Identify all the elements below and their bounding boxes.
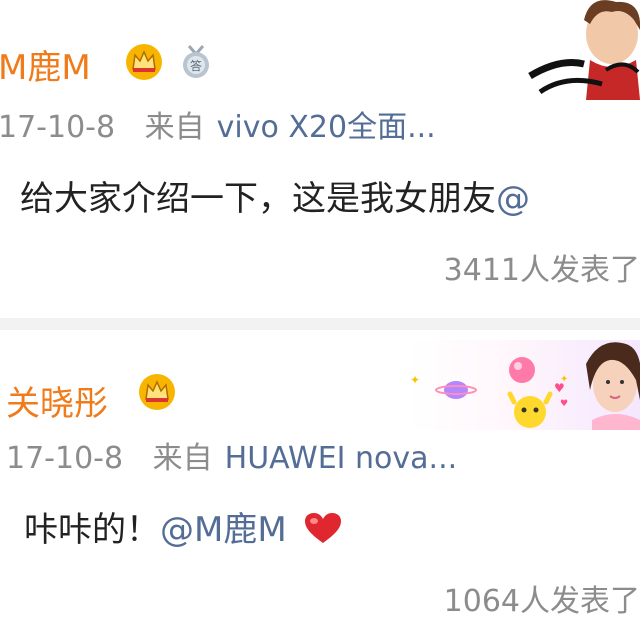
- avatar-decoration: [520, 0, 640, 100]
- post-text: 咔咔的！@M鹿M: [24, 502, 342, 551]
- crown-icon: [126, 44, 162, 80]
- device-link[interactable]: vivo X20全面...: [217, 110, 436, 145]
- mention-link[interactable]: @: [496, 179, 530, 219]
- device-link[interactable]: HUAWEI nova...: [225, 441, 458, 476]
- post-meta: 17-10-8 来自 HUAWEI nova...: [6, 433, 457, 477]
- post-divider: [0, 318, 640, 330]
- post-date: 17-10-8: [0, 110, 116, 145]
- weibo-post-1: M鹿M 答 17-10-8 来自 vivo X20全面... 给大家介绍一下，这是…: [0, 0, 640, 318]
- svg-text:✦: ✦: [410, 373, 420, 387]
- post-body: 咔咔的！: [24, 510, 160, 550]
- post-text: 给大家介绍一下，这是我女朋友@: [20, 171, 530, 220]
- heart-icon: [305, 513, 342, 543]
- svg-text:♥: ♥: [554, 381, 565, 395]
- repost-stat[interactable]: 1064人发表了: [444, 576, 640, 620]
- svg-text:答: 答: [190, 58, 202, 73]
- username[interactable]: M鹿M: [0, 40, 91, 89]
- repost-stat[interactable]: 3411人发表了: [444, 245, 640, 289]
- post-meta: 17-10-8 来自 vivo X20全面...: [0, 102, 436, 146]
- medal-badge-icon: 答: [183, 45, 209, 78]
- source-prefix: 来自: [144, 110, 205, 145]
- avatar-decoration: ✦ ✦ ♥ ♥: [410, 340, 640, 430]
- source-prefix: 来自: [152, 441, 213, 476]
- mention-link[interactable]: @M鹿M: [160, 510, 287, 550]
- svg-text:♥: ♥: [560, 399, 568, 409]
- post-date: 17-10-8: [6, 441, 124, 476]
- crown-icon: [139, 374, 175, 410]
- post-body: 给大家介绍一下，这是我女朋友: [20, 179, 496, 219]
- username[interactable]: 关晓彤: [6, 376, 108, 425]
